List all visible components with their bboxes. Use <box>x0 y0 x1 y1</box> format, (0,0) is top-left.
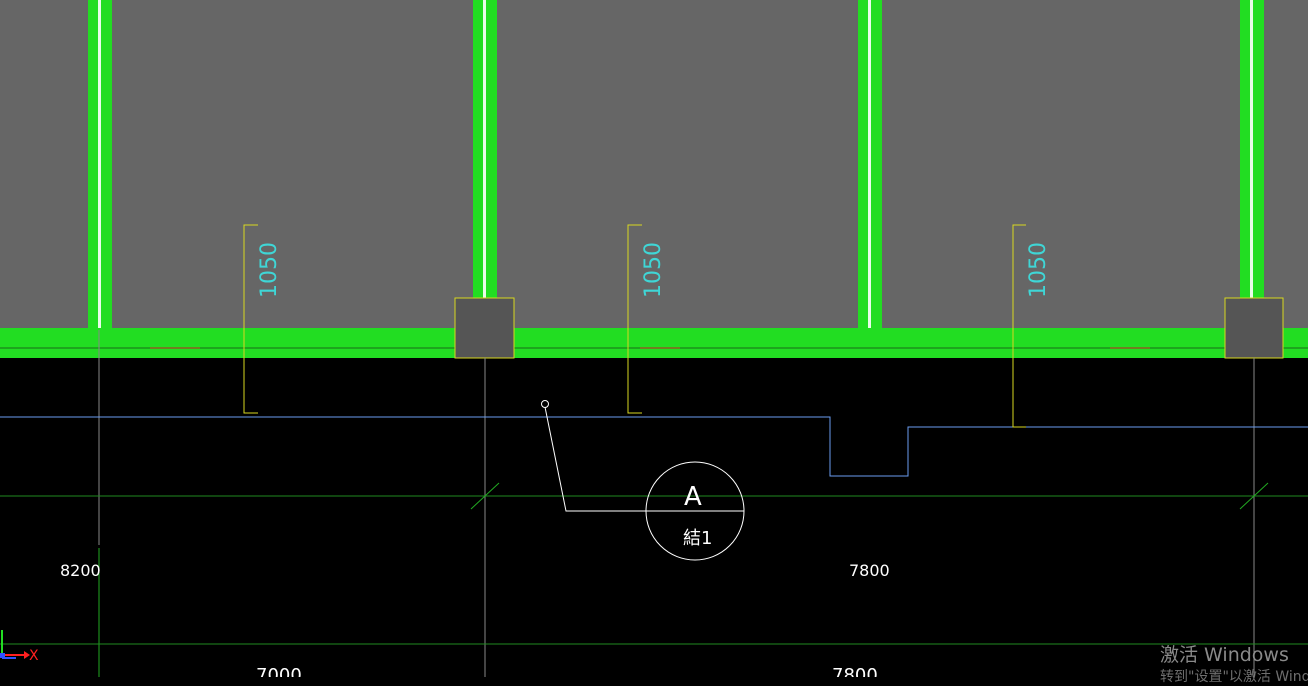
span-text-7800: 7800 <box>849 561 890 580</box>
dimension-text-1050-b: 1050 <box>641 242 666 298</box>
activate-windows-watermark: 激活 Windows <box>1160 644 1289 666</box>
dimension-text-1050-c: 1050 <box>1026 242 1051 298</box>
grid-lines <box>0 330 1308 677</box>
dimension-text-1050-a: 1050 <box>257 242 282 298</box>
ucs-x-label: X <box>29 648 39 664</box>
cad-drawing-canvas[interactable]: 1050 1050 1050 A 結1 8200 7800 7000 7800 … <box>0 0 1308 677</box>
span-text-7000: 7000 <box>256 665 302 677</box>
slab-edge-line <box>0 416 1308 477</box>
ucs-icon: X <box>0 630 39 664</box>
section-mark[interactable]: A 結1 <box>541 400 745 561</box>
span-text-7800-lower: 7800 <box>832 665 878 677</box>
section-mark-top-text: A <box>684 482 702 512</box>
column-1[interactable] <box>454 297 515 359</box>
span-text-8200: 8200 <box>60 561 101 580</box>
column-2[interactable] <box>1224 297 1284 359</box>
horizontal-beam <box>0 328 1308 358</box>
activate-windows-subtitle: 转到"设置"以激活 Windows。 <box>1160 669 1308 685</box>
section-mark-bottom-text: 結1 <box>683 528 712 549</box>
